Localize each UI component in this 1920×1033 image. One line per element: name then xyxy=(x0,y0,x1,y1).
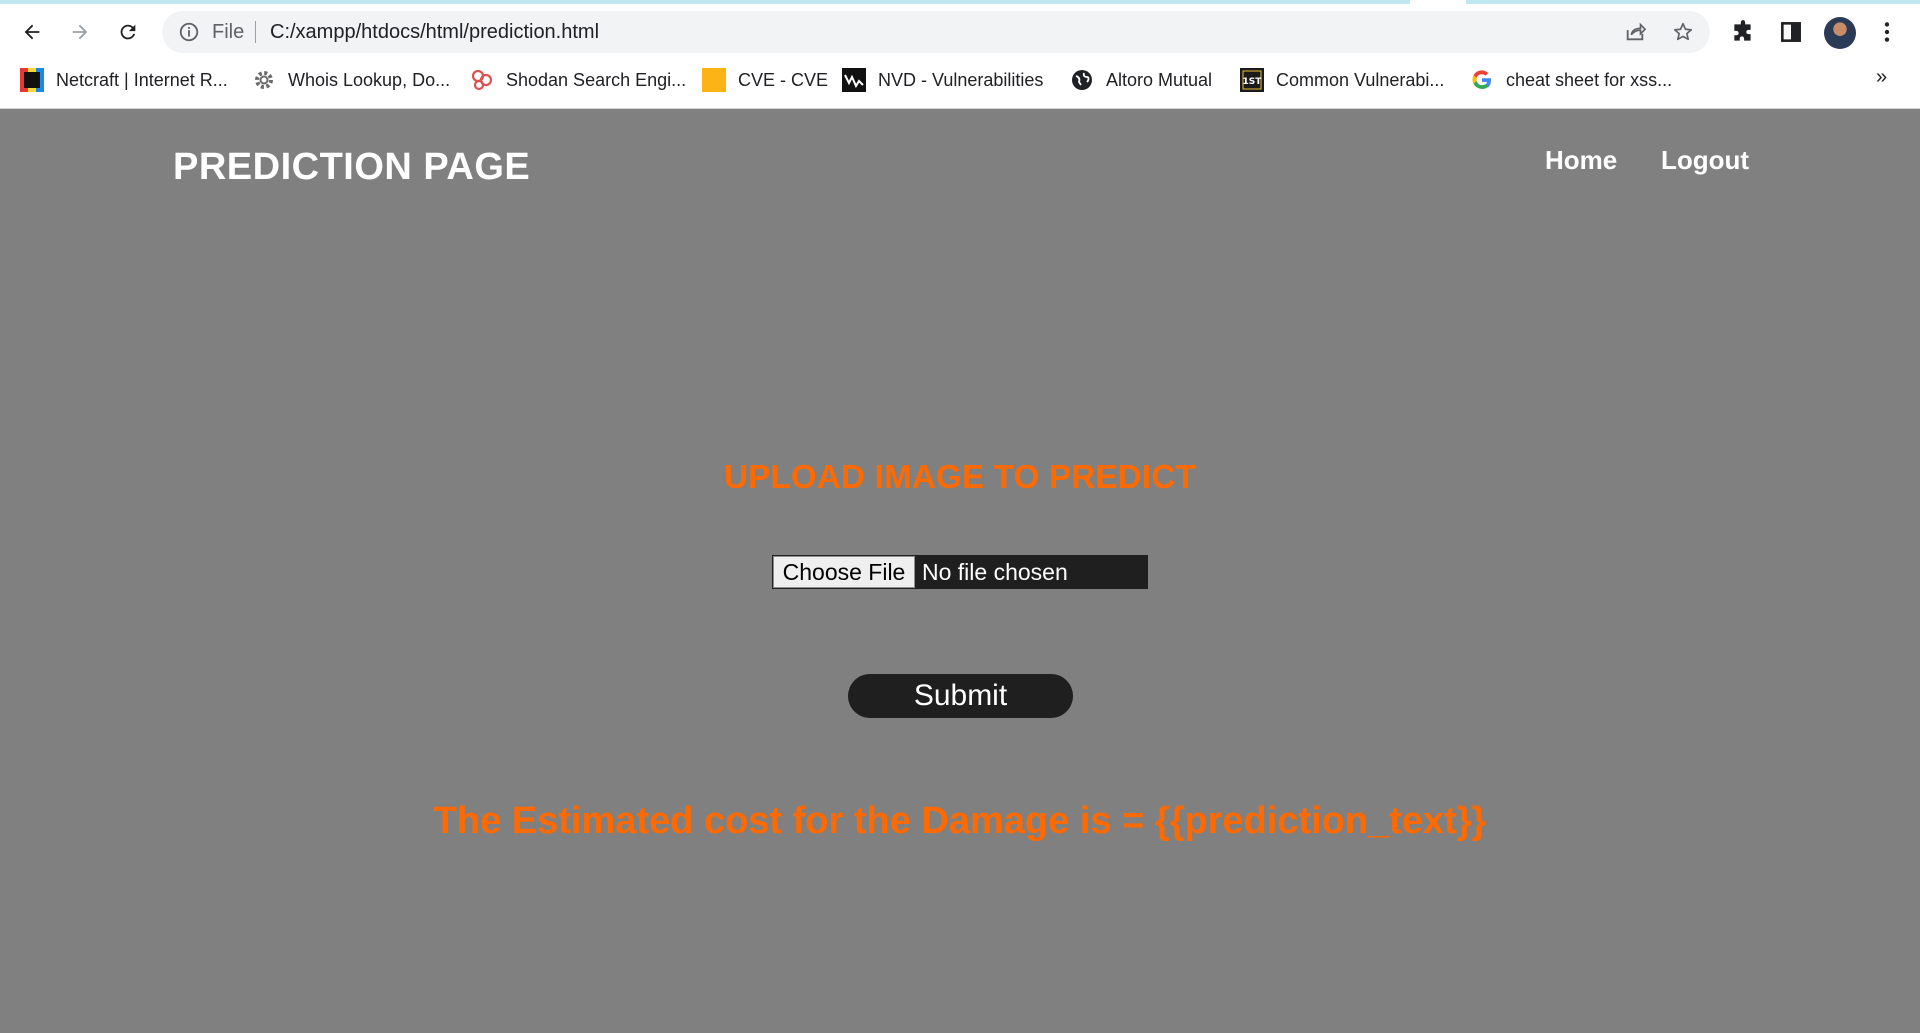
forward-arrow-icon xyxy=(72,24,88,40)
file-input[interactable]: Choose File No file chosen xyxy=(772,555,1148,589)
1st-icon: 1ST xyxy=(1240,68,1264,92)
tab-strip xyxy=(0,0,1920,4)
bookmark-shodan[interactable]: Shodan Search Engi... xyxy=(470,67,686,93)
bookmark-netcraft[interactable]: Netcraft | Internet R... xyxy=(20,67,228,93)
bookmark-label: CVE - CVE xyxy=(738,69,829,90)
browser-toolbar: File C:/xampp/htdocs/html/prediction.htm… xyxy=(0,8,1920,56)
nav-home-link[interactable]: Home xyxy=(1545,145,1617,176)
choose-file-button[interactable]: Choose File xyxy=(773,556,915,588)
bookmark-cve[interactable]: CVE - CVE xyxy=(702,67,828,93)
share-icon[interactable] xyxy=(1624,21,1646,43)
submit-button[interactable]: Submit xyxy=(848,674,1073,718)
bookmark-common-vulnerabilities[interactable]: 1ST Common Vulnerabi... xyxy=(1240,67,1444,93)
address-bar[interactable]: File C:/xampp/htdocs/html/prediction.htm… xyxy=(162,11,1710,53)
info-icon[interactable] xyxy=(178,21,200,43)
bookmark-label: cheat sheet for xss... xyxy=(1506,69,1673,90)
bookmarks-bar: Netcraft | Internet R... Whois Lookup, D… xyxy=(0,60,1920,100)
bookmark-label: Altoro Mutual xyxy=(1106,69,1213,90)
page-body: PREDICTION PAGE Home Logout UPLOAD IMAGE… xyxy=(0,109,1920,1033)
address-url[interactable]: C:/xampp/htdocs/html/prediction.html xyxy=(270,21,599,44)
side-panel-icon[interactable] xyxy=(1778,19,1804,45)
globe-icon xyxy=(1072,70,1092,90)
shodan-icon xyxy=(471,69,493,91)
back-button[interactable] xyxy=(14,14,50,50)
reload-icon xyxy=(120,24,136,40)
page-title: PREDICTION PAGE xyxy=(173,146,531,188)
cve-icon xyxy=(702,68,726,92)
netcraft-icon xyxy=(20,68,44,92)
bookmark-label: Netcraft | Internet R... xyxy=(56,69,228,90)
browser-chrome: File C:/xampp/htdocs/html/prediction.htm… xyxy=(0,0,1920,109)
google-icon xyxy=(1472,70,1491,89)
svg-text:1ST: 1ST xyxy=(1243,77,1263,87)
gear-icon xyxy=(255,71,273,89)
bookmark-label: NVD - Vulnerabilities xyxy=(878,69,1044,90)
extensions-puzzle-icon[interactable] xyxy=(1730,19,1756,45)
bookmark-label: Shodan Search Engi... xyxy=(506,69,687,90)
back-arrow-icon xyxy=(24,24,40,40)
address-separator xyxy=(255,21,256,43)
forward-button[interactable] xyxy=(62,14,98,50)
reload-button[interactable] xyxy=(110,14,146,50)
address-scheme: File xyxy=(212,21,245,43)
bookmark-star-icon[interactable] xyxy=(1672,21,1694,43)
prediction-result-text: The Estimated cost for the Damage is = {… xyxy=(433,800,1487,842)
bookmark-label: Whois Lookup, Do... xyxy=(288,69,451,90)
profile-avatar[interactable] xyxy=(1824,17,1856,49)
bookmarks-overflow-button[interactable]: » xyxy=(1876,66,1887,89)
nvd-icon xyxy=(842,68,866,92)
bookmark-xss-cheat-sheet[interactable]: cheat sheet for xss... xyxy=(1470,67,1672,93)
bookmark-altoro[interactable]: Altoro Mutual xyxy=(1070,67,1212,93)
nav-logout-link[interactable]: Logout xyxy=(1661,145,1749,176)
upload-heading: UPLOAD IMAGE TO PREDICT xyxy=(724,458,1196,495)
menu-kebab-icon[interactable] xyxy=(1874,19,1900,45)
bookmark-label: Common Vulnerabi... xyxy=(1276,69,1445,90)
file-status-text: No file chosen xyxy=(922,558,1068,585)
bookmark-nvd[interactable]: NVD - Vulnerabilities xyxy=(842,67,1043,93)
bookmark-whois[interactable]: Whois Lookup, Do... xyxy=(252,67,450,93)
